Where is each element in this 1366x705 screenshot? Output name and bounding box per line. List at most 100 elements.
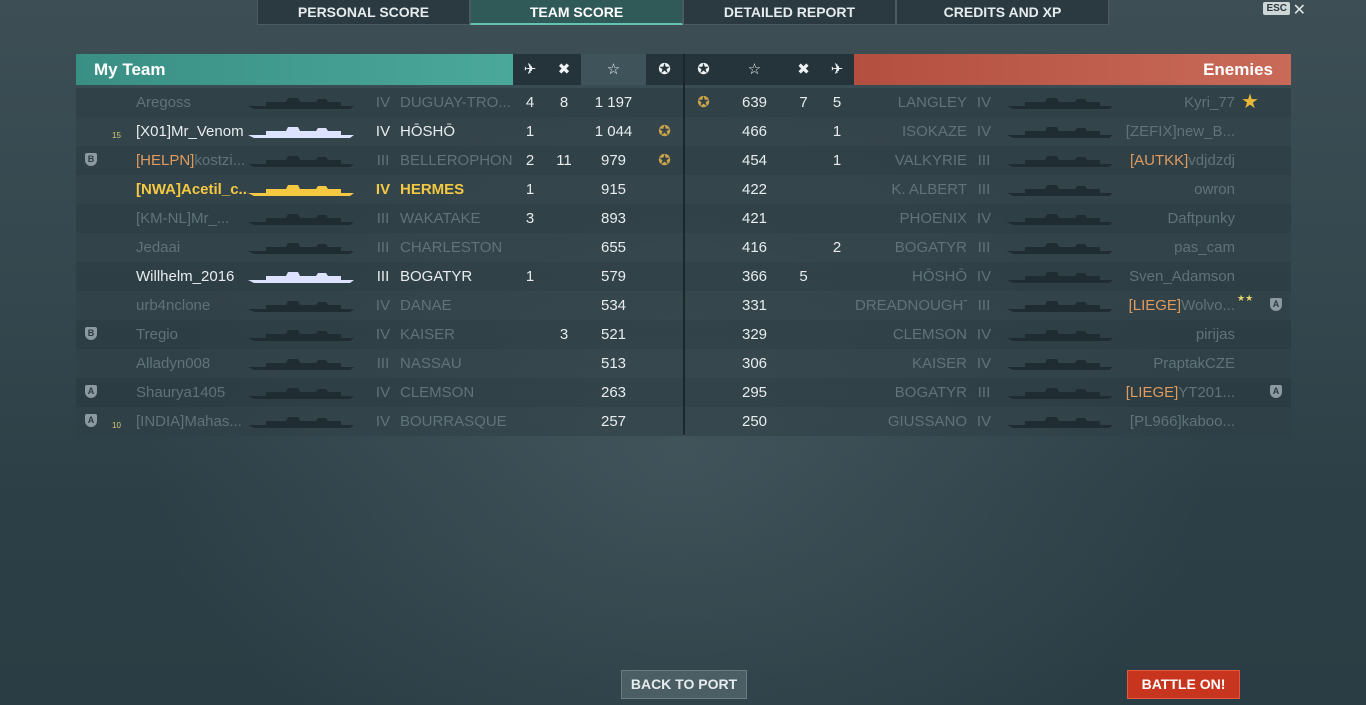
table-row[interactable]: 366 5 HŌSHŌ IV Sven_Adamson: [685, 262, 1291, 291]
clan-tag: [HELPN]: [136, 152, 195, 169]
table-row[interactable]: [KM-NL]Mr_... III WAKATAKE 3 893: [76, 204, 683, 233]
planes-destroyed: 1: [525, 268, 535, 285]
table-row[interactable]: 421 PHOENIX IV Daftpunky: [685, 204, 1291, 233]
close-icon[interactable]: ✕: [1293, 0, 1306, 20]
player-nickname: new_B...: [1176, 123, 1235, 140]
planes-destroyed: [513, 320, 547, 349]
player-name: PraptakCZE: [1123, 349, 1235, 378]
ship-tier: III: [376, 152, 390, 169]
tab-team-score[interactable]: TEAM SCORE: [470, 0, 683, 25]
ship-tier: III: [977, 384, 991, 401]
ship-tier: IV: [976, 355, 992, 372]
score-value: 422: [741, 181, 768, 198]
player-name: [LIEGE]YT201...: [1123, 378, 1235, 407]
score-value: 306: [741, 355, 768, 372]
table-row[interactable]: 331 DREADNOUGHT III [LIEGE]Wolvo... ★★ A: [685, 291, 1291, 320]
ship-silhouette: [1001, 152, 1119, 168]
battle-on-button[interactable]: BATTLE ON!: [1127, 670, 1240, 699]
table-row[interactable]: Aregoss IV DUGUAY-TRO... 4 8 1 197: [76, 88, 683, 117]
table-row[interactable]: 329 CLEMSON IV pirijas: [685, 320, 1291, 349]
table-row[interactable]: [NWA]Acetil_c... IV HERMES 1 915: [76, 175, 683, 204]
table-row[interactable]: ✪ 639 7 5 LANGLEY IV Kyri_77 ★: [685, 88, 1291, 117]
table-row[interactable]: 15 [X01]Mr_Venom IV HŌSHŌ 1 1 044 ✪: [76, 117, 683, 146]
player-name: Alladyn008: [136, 349, 248, 378]
plane-icon: ✈: [820, 54, 854, 85]
ship-tier: IV: [976, 413, 992, 430]
table-row[interactable]: 422 K. ALBERT III owron: [685, 175, 1291, 204]
table-row[interactable]: A 10 [INDIA]Mahas... IV BOURRASQUE 257: [76, 407, 683, 436]
division-badge: B: [85, 153, 97, 166]
table-row[interactable]: Jedaai III CHARLESTON 655: [76, 233, 683, 262]
ship-tier: III: [977, 152, 991, 169]
planes-destroyed: 2: [525, 152, 535, 169]
player-name: Aregoss: [136, 88, 248, 117]
ship-silhouette: [246, 268, 356, 284]
ship-silhouette: [1001, 413, 1119, 429]
table-row[interactable]: 295 BOGATYR III [LIEGE]YT201... A: [685, 378, 1291, 407]
player-name: pas_cam: [1123, 233, 1235, 262]
tab-detailed-report[interactable]: DETAILED REPORT: [683, 0, 896, 25]
ship-silhouette: [246, 123, 356, 139]
fighters-destroyed: [547, 349, 581, 378]
planes-destroyed: [513, 291, 547, 320]
ship-name: HŌSHŌ: [400, 123, 456, 140]
ship-tier: III: [977, 297, 991, 314]
table-row[interactable]: Willhelm_2016 III BOGATYR 1 579: [76, 262, 683, 291]
player-nickname: Kyri_77: [1184, 94, 1235, 111]
table-row[interactable]: A Shaurya1405 IV CLEMSON 263: [76, 378, 683, 407]
table-row[interactable]: 466 1 ISOKAZE IV [ZEFIX]new_B...: [685, 117, 1291, 146]
score-value: 915: [600, 181, 627, 198]
player-name: [AUTKK]vdjdzdj: [1123, 146, 1235, 175]
ship-name: LANGLEY: [897, 94, 967, 111]
star-icon: ☆: [581, 54, 646, 85]
ship-name: BELLEROPHON: [400, 152, 512, 169]
ship-silhouette: [246, 152, 356, 168]
ship-name: BOGATYR: [894, 239, 967, 256]
ship-tier: IV: [976, 94, 992, 111]
player-name: [INDIA]Mahas...: [136, 407, 248, 436]
table-row[interactable]: 416 2 BOGATYR III pas_cam: [685, 233, 1291, 262]
planes-destroyed: 3: [525, 210, 535, 227]
ship-name: WAKATAKE: [400, 210, 481, 227]
clan-tag: [PL966]: [1129, 413, 1182, 430]
planes-destroyed: 1: [832, 123, 842, 140]
esc-hint: ESC: [1263, 2, 1290, 15]
table-row[interactable]: urb4nclone IV DANAE 534: [76, 291, 683, 320]
player-nickname: Mr_Venom: [171, 123, 244, 140]
planes-destroyed: 5: [832, 94, 842, 111]
player-name: pirijas: [1123, 320, 1235, 349]
ship-name: DUGUAY-TRO...: [400, 94, 511, 111]
player-name: Tregio: [136, 320, 248, 349]
player-name: owron: [1123, 175, 1235, 204]
ship-name: CLEMSON: [892, 326, 967, 343]
score-value: 893: [600, 210, 627, 227]
tab-credits-xp[interactable]: CREDITS AND XP: [896, 0, 1109, 25]
rank-badge: ★★: [1237, 293, 1254, 303]
tab-personal-score[interactable]: PERSONAL SCORE: [257, 0, 470, 25]
ship-name: ISOKAZE: [901, 123, 967, 140]
player-name: [LIEGE]Wolvo...: [1123, 291, 1235, 320]
ship-name: DANAE: [400, 297, 452, 314]
planes-destroyed: [820, 204, 854, 233]
score-value: 466: [741, 123, 768, 140]
player-nickname: Alladyn008: [136, 355, 211, 372]
fighters-destroyed: [787, 146, 820, 175]
ship-tier: IV: [976, 123, 992, 140]
table-row[interactable]: 306 KAISER IV PraptakCZE: [685, 349, 1291, 378]
ship-name: K. ALBERT: [891, 181, 967, 198]
table-row[interactable]: B Tregio IV KAISER 3 521: [76, 320, 683, 349]
ship-silhouette: [246, 384, 356, 400]
clan-tag: [NWA]: [136, 181, 181, 198]
table-row[interactable]: B [HELPN]kostzi... III BELLEROPHON 2 11 979 ✪: [76, 146, 683, 175]
fighters-destroyed: 5: [799, 268, 808, 285]
table-row[interactable]: 454 1 VALKYRIE III [AUTKK]vdjdzdj: [685, 146, 1291, 175]
table-row[interactable]: Alladyn008 III NASSAU 513: [76, 349, 683, 378]
back-to-port-button[interactable]: BACK TO PORT: [621, 670, 747, 699]
score-value: 366: [741, 268, 768, 285]
clan-tag: [KM-NL]: [136, 210, 192, 227]
ship-tier: IV: [976, 326, 992, 343]
ship-silhouette: [1001, 268, 1119, 284]
planes-destroyed: [820, 262, 854, 291]
table-row[interactable]: 250 GIUSSANO IV [PL966]kaboo...: [685, 407, 1291, 436]
planes-destroyed: [513, 407, 547, 436]
